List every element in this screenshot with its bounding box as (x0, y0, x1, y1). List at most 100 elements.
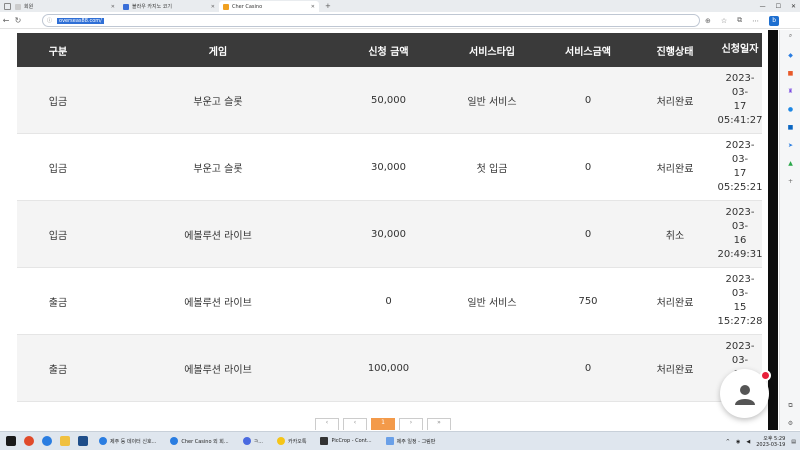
taskbar-item[interactable]: ㅋ... (240, 434, 266, 449)
table-cell: 에볼루션 라이브 (184, 297, 252, 309)
page-first-button[interactable]: ‹ (315, 418, 339, 430)
app-icon (242, 437, 251, 445)
table-cell: 일반 서비스 (467, 96, 517, 108)
taskbar-item[interactable]: 제주 등 데이터 신호... (96, 434, 159, 449)
taskbar-item-label: 카카오톡 (288, 438, 307, 445)
browser-tab-1[interactable]: 회원 ✕ (11, 1, 119, 12)
new-tab-button[interactable]: + (319, 2, 337, 10)
outlook-icon[interactable]: ■ (787, 124, 794, 131)
close-icon[interactable]: ✕ (111, 4, 115, 10)
taskbar-item[interactable]: PicCrop - Cont... (317, 434, 374, 449)
chevron-up-icon[interactable]: ^ (726, 439, 730, 445)
taskbar-item[interactable]: Cher Casino 외 회... (167, 434, 231, 449)
browser-tab-2[interactable]: 블라우 카지노 코기 ✕ (119, 1, 219, 12)
table-row: 출금 에볼루션 라이브 100,000 0 처리완료 2023-03- 15 1… (17, 335, 762, 402)
send-icon[interactable]: ➤ (787, 142, 794, 149)
search-icon[interactable]: ⌕ (787, 32, 794, 39)
table-cell: 0 (584, 362, 592, 374)
table-cell: 30,000 (371, 228, 406, 240)
edge-sidebar: ⌕ ◆ ■ ♜ ● ■ ➤ ▲ + ⧉ ⚙ (779, 30, 800, 430)
refresh-icon[interactable]: ↻ (12, 16, 24, 25)
close-icon[interactable]: ✕ (211, 4, 215, 10)
page-prev-button[interactable]: ‹ (343, 418, 367, 430)
table-cell: 부운고 슬롯 (193, 163, 243, 175)
browser-tab-3[interactable]: Cher Casino ✕ (219, 1, 319, 12)
volume-icon[interactable]: ◀ (746, 439, 750, 445)
column-header: 진행상태 (656, 46, 694, 58)
table-row: 입금 에볼루션 라이브 30,000 0 취소 2023-03- 16 20:4… (17, 201, 762, 268)
page-scroll-strip (768, 30, 778, 430)
bing-icon[interactable]: b (769, 15, 780, 26)
history-table: 구분 게임 신청 금액 서비스타입 서비스금액 진행상태 신청일자 입금 부운고… (17, 33, 762, 402)
office-icon[interactable]: ● (787, 106, 794, 113)
paint-icon (385, 437, 394, 445)
table-cell: 750 (578, 295, 598, 307)
table-cell: 출금 (48, 297, 68, 309)
app-icon (320, 437, 329, 445)
column-header: 서비스타입 (469, 46, 515, 58)
table-cell: 첫 입금 (476, 163, 508, 175)
taskbar-item-label: ㅋ... (253, 438, 264, 445)
zoom-icon[interactable]: ⊕ (705, 17, 711, 25)
table-cell: 0 (385, 295, 392, 307)
table-row: 출금 에볼루션 라이브 0 일반 서비스 750 처리완료 2023-03- 1… (17, 268, 762, 335)
split-screen-icon[interactable]: ⧉ (787, 402, 794, 409)
taskbar-item-label: Cher Casino 외 회... (181, 438, 229, 445)
table-cell: 30,000 (371, 161, 406, 173)
folder-icon[interactable] (60, 436, 70, 446)
favorite-icon[interactable]: ☆ (721, 17, 727, 25)
store-icon[interactable] (78, 436, 88, 446)
taskbar-item-label: PicCrop - Cont... (331, 438, 372, 444)
games-icon[interactable]: ♜ (787, 88, 794, 95)
minimize-icon[interactable]: — (760, 3, 766, 10)
taskbar-item[interactable]: 제주 일정 - 그림판 (383, 434, 439, 449)
close-window-icon[interactable]: ✕ (791, 3, 796, 10)
tab-actions-icon[interactable] (4, 2, 11, 10)
table-cell: 처리완료 (656, 364, 694, 376)
add-icon[interactable]: + (787, 178, 794, 185)
page-icon (15, 3, 21, 10)
network-icon[interactable]: ◉ (736, 439, 740, 445)
table-cell: 0 (584, 161, 592, 173)
collections-icon[interactable]: ⧉ (737, 16, 742, 25)
url-text: overseas88.com/ (57, 17, 104, 24)
back-icon[interactable]: ← (0, 16, 12, 25)
table-cell: 0 (584, 94, 592, 106)
table-cell: 처리완료 (656, 297, 694, 309)
page-icon (123, 3, 129, 10)
system-tray: ^ ◉ ◀ 오후 5:29 2023-03-19 ▤ (726, 432, 796, 450)
edge-icon[interactable] (42, 436, 52, 446)
start-icon[interactable] (6, 436, 16, 446)
close-icon[interactable]: ✕ (311, 4, 315, 10)
clock[interactable]: 오후 5:29 2023-03-19 (756, 436, 785, 448)
table-cell: 출금 (48, 364, 68, 376)
window-controls: — ☐ ✕ (760, 0, 796, 12)
notification-icon[interactable]: ▤ (791, 439, 796, 445)
table-cell: 처리완료 (656, 163, 694, 175)
clock-date: 2023-03-19 (756, 441, 786, 448)
page-icon (223, 3, 229, 10)
table-cell: 일반 서비스 (467, 297, 517, 309)
table-cell: 50,000 (371, 94, 406, 106)
table-cell: 2023-03- 16 20:49:31 (717, 207, 763, 260)
page-current-button[interactable]: 1 (371, 418, 395, 430)
tools-icon[interactable]: ■ (787, 70, 794, 77)
more-icon[interactable]: ⋯ (752, 17, 759, 25)
column-header: 게임 (208, 46, 228, 58)
app-icon[interactable]: ▲ (787, 160, 794, 167)
table-cell: 0 (584, 228, 592, 240)
table-cell: 2023-03- 17 05:25:21 (717, 140, 763, 193)
table-cell: 입금 (48, 163, 68, 175)
browser-tab-label: Cher Casino (232, 3, 263, 10)
url-field[interactable]: ⓘ overseas88.com/ (42, 14, 700, 27)
column-header: 신청일자 (721, 44, 759, 55)
settings-icon[interactable]: ⚙ (787, 420, 794, 427)
taskbar-item[interactable]: 카카오톡 (274, 434, 309, 449)
maximize-icon[interactable]: ☐ (776, 3, 781, 10)
table-cell: 부운고 슬롯 (193, 96, 243, 108)
chrome-icon[interactable] (24, 436, 34, 446)
shopping-icon[interactable]: ◆ (787, 52, 794, 59)
page-next-button[interactable]: › (399, 418, 423, 430)
page-last-button[interactable]: » (427, 418, 451, 430)
browser-toolbar: ⊕ ☆ ⧉ ⋯ b (705, 14, 780, 27)
